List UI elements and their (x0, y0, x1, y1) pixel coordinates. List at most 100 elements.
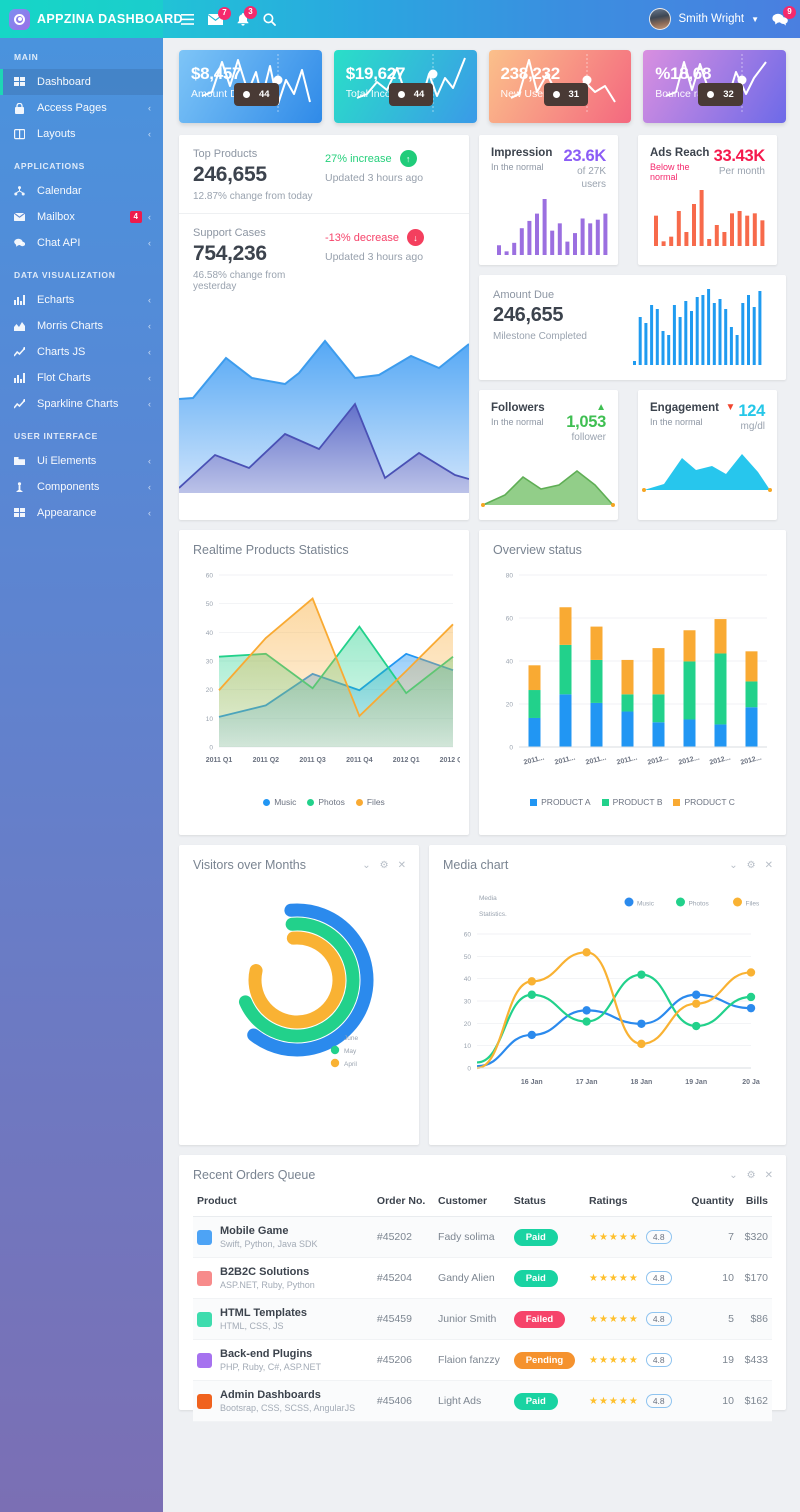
sidebar-item-charts-js[interactable]: Charts JS ‹ (0, 339, 163, 365)
layout-icon (14, 128, 29, 140)
status-badge: Paid (513, 1269, 558, 1287)
customer-cell: Flaion fanzzy (434, 1339, 510, 1381)
column-header: Product (193, 1186, 373, 1217)
sidebar-item-sparkline-charts[interactable]: Sparkline Charts ‹ (0, 391, 163, 417)
sidebar-section-title: APPLICATIONS (14, 161, 86, 171)
engagement-title: Engagement (650, 402, 720, 414)
user-menu[interactable]: Smith Wright ▼ (649, 8, 759, 30)
engagement-card: Engagement In the normal ▼ 124 mg/dl (638, 390, 777, 520)
search-icon[interactable] (263, 12, 276, 26)
gear-icon[interactable]: ⚙ (747, 860, 756, 871)
order-no-cell: #45202 (372, 1216, 435, 1258)
legend-swatch (530, 798, 538, 806)
metric-label: Top Products (193, 148, 258, 160)
legend-label: PRODUCT C (684, 797, 735, 807)
hamburger-icon[interactable] (181, 13, 194, 25)
legend-item[interactable]: PRODUCT C (673, 797, 735, 807)
table-row[interactable]: HTML Templates HTML, CSS, JS #45459 Junior … (193, 1298, 772, 1340)
svg-text:20: 20 (506, 702, 514, 709)
sidebar-item-appearance[interactable]: Appearance ‹ (0, 500, 163, 526)
chat-icon[interactable]: 9 (772, 5, 796, 26)
legend-item[interactable]: PRODUCT A (530, 797, 591, 807)
sidebar-item-ui-elements[interactable]: Ui Elements ‹ (0, 448, 163, 474)
sidebar-section-title: MAIN (14, 52, 39, 62)
table-row[interactable]: Admin Dashboards Bootsrap, CSS, SCSS, Ang… (193, 1380, 772, 1422)
legend-item[interactable]: Photos (307, 797, 345, 807)
visitors-panel: Visitors over Months ⌄ ⚙ ✕ June May April (179, 845, 419, 1145)
close-icon[interactable]: ✕ (398, 860, 406, 871)
product-cell: Back-end Plugins PHP, Ruby, C#, ASP.NET (193, 1339, 373, 1381)
product-swatch (197, 1229, 212, 1245)
chevron-down-icon[interactable]: ⌄ (362, 860, 370, 871)
mail-icon[interactable]: 7 (208, 6, 231, 25)
brand-title: APPZINA DASHBOARD (37, 12, 183, 26)
line-chart-icon (14, 398, 29, 410)
sidebar-item-flot-charts[interactable]: Flot Charts ‹ (0, 365, 163, 391)
svg-text:2012 Q1: 2012 Q1 (393, 757, 420, 764)
sidebar-item-morris-charts[interactable]: Morris Charts ‹ (0, 313, 163, 339)
close-icon[interactable]: ✕ (765, 1170, 773, 1181)
status-cell: Paid (509, 1257, 585, 1299)
gear-icon[interactable]: ⚙ (747, 1170, 756, 1181)
impression-card: Impression In the normal 23.6K of 27K us… (479, 135, 618, 265)
sidebar-item-dashboard[interactable]: Dashboard (0, 69, 163, 95)
stat-card-new-users[interactable]: 238,232 New Users 31 (488, 50, 632, 123)
legend-item[interactable]: Files (355, 797, 385, 807)
sidebar-item-layouts[interactable]: Layouts ‹ (0, 121, 163, 147)
brand[interactable]: APPZINA DASHBOARD (0, 0, 183, 38)
legend-label: Files (366, 797, 385, 807)
metric-change: 27% increase ↑ (325, 150, 455, 167)
stat-card-bounce-rate[interactable]: %18,68 Bounce rate 32 (643, 50, 786, 123)
column-header: Bills (737, 1186, 772, 1217)
metric-change: -13% decrease ↓ (325, 229, 455, 246)
stat-card-row: $8,457 Amount Due 44 $19,627 Total Income 44 2… (179, 50, 786, 123)
metric-sub: 46.58% change from yesterday (193, 270, 286, 292)
sidebar-item-calendar[interactable]: Calendar (0, 178, 163, 204)
impression-value: 23.6K (563, 147, 606, 165)
svg-text:2012...: 2012... (709, 755, 732, 767)
sidebar-item-mailbox[interactable]: Mailbox 4 ‹ (0, 204, 163, 230)
chevron-down-icon[interactable]: ⌄ (729, 860, 737, 871)
chevron-left-icon: ‹ (148, 456, 151, 466)
panel-title: Visitors over Months (193, 858, 307, 872)
table-row[interactable]: B2B2C Solutions ASP.NET, Ruby, Python #452… (193, 1257, 772, 1299)
stat-card-total-income[interactable]: $19,627 Total Income 44 (333, 50, 477, 123)
stat-card-amount-due[interactable]: $8,457 Amount Due 44 (179, 50, 322, 123)
rating-value: 4.8 (645, 1353, 672, 1367)
metric-value: 754,236 (193, 242, 267, 265)
table-row[interactable]: Back-end Plugins PHP, Ruby, C#, ASP.NET #4… (193, 1339, 772, 1381)
sidebar-item-components[interactable]: Components ‹ (0, 474, 163, 500)
chevron-down-icon[interactable]: ⌄ (729, 1170, 737, 1181)
ads-reach-unit: Per month (718, 166, 765, 177)
product-cell: HTML Templates HTML, CSS, JS (193, 1298, 373, 1340)
sidebar-item-chat-api[interactable]: Chat API ‹ (0, 230, 163, 256)
svg-text:20: 20 (464, 1021, 472, 1028)
table-row[interactable]: Mobile Game Swift, Python, Java SDK #45202… (193, 1216, 772, 1258)
bell-icon[interactable]: 3 (237, 5, 257, 26)
product-name: HTML Templates (220, 1307, 307, 1319)
sidebar-item-echarts[interactable]: Echarts ‹ (0, 287, 163, 313)
amount-due-sub: Milestone Completed (493, 331, 587, 342)
sidebar-item-label: Flot Charts (37, 372, 91, 384)
svg-text:50: 50 (464, 954, 472, 961)
realtime-area-chart: 0 10 20 30 40 50 60 2011 Q1 2011 Q2 2011 Q3 2011 Q… (206, 573, 467, 765)
legend-dot (263, 798, 271, 806)
quantity-cell: 19 (683, 1339, 738, 1381)
stat-tooltip: 44 (234, 83, 279, 106)
svg-text:40: 40 (206, 630, 214, 637)
calendar-icon (14, 185, 29, 197)
customer-cell: Gandy Alien (434, 1257, 510, 1299)
legend-item[interactable]: Music (263, 797, 296, 807)
rating-value: 4.8 (645, 1394, 672, 1408)
chevron-down-icon: ▼ (751, 14, 759, 24)
sidebar-item-access-pages[interactable]: Access Pages ‹ (0, 95, 163, 121)
close-icon[interactable]: ✕ (765, 860, 773, 871)
product-name: Back-end Plugins (220, 1348, 313, 1360)
ratings-cell: ★★★★★ 4.8 (584, 1298, 684, 1340)
stat-tooltip: 32 (698, 83, 743, 106)
product-cell: B2B2C Solutions ASP.NET, Ruby, Python (193, 1257, 373, 1299)
gear-icon[interactable]: ⚙ (380, 860, 389, 871)
panel-title: Recent Orders Queue (193, 1168, 316, 1182)
svg-text:60: 60 (206, 573, 214, 580)
legend-item[interactable]: PRODUCT B (601, 797, 662, 807)
